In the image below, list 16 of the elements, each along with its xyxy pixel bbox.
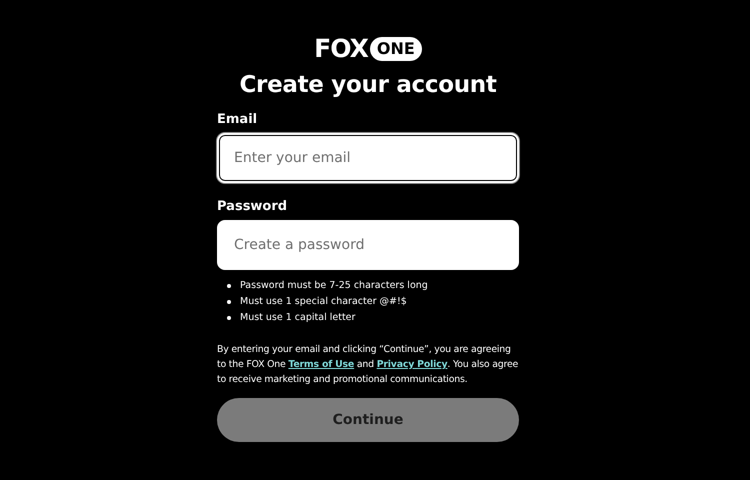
bullet-icon [227, 316, 231, 320]
field-label: Email [217, 112, 258, 127]
privacy-link[interactable]: Privacy Policy [376, 359, 448, 370]
bullet-icon [227, 300, 231, 304]
logo-text: FOX [314, 36, 368, 62]
legal-notice: By entering your email and clicking “Continue”, you are agreeing to the FOX One Terms of Use and Privacy Policy. You also agree to receive marketing and promotional communications. [217, 343, 519, 387]
password-rule: Password must be 7-25 characters long [240, 279, 428, 293]
bullet-icon [227, 284, 231, 288]
terms-link[interactable]: Terms of Use [288, 359, 354, 370]
page-title: Create your account [239, 72, 497, 98]
password-rule: Must use 1 capital letter [240, 311, 356, 325]
field-label: Password [217, 199, 288, 214]
input-field[interactable]: Enter your email [217, 133, 519, 183]
logo-badge: ONE [370, 37, 422, 61]
password-rule: Must use 1 special character @#!$ [240, 295, 407, 309]
input-field[interactable]: Create a password [217, 220, 519, 270]
